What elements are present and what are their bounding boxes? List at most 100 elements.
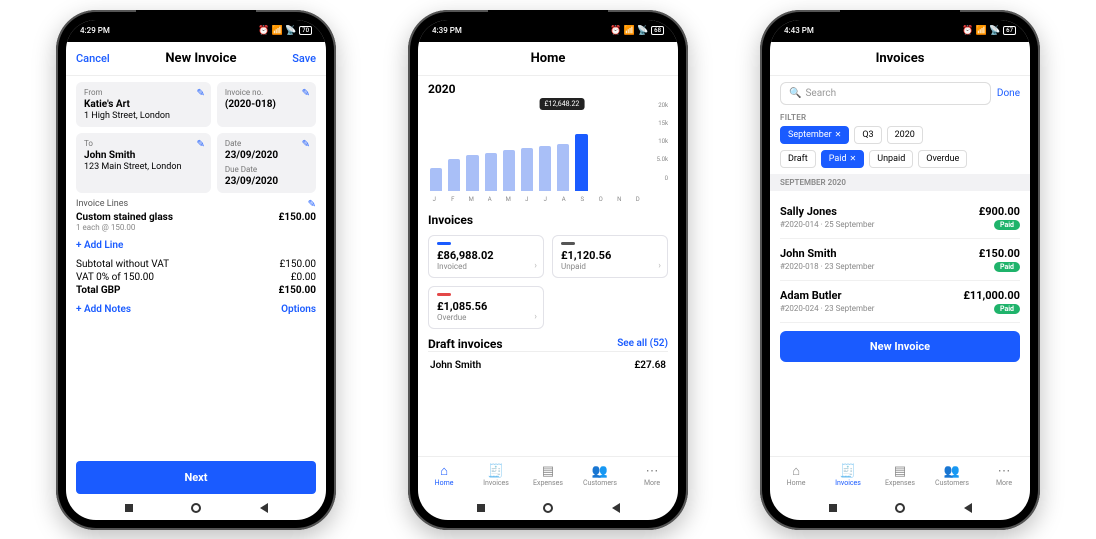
stat-unpaid[interactable]: £1,120.56 Unpaid › [552,235,668,278]
cancel-button[interactable]: Cancel [76,52,110,65]
more-icon: ⋯ [646,465,659,478]
back-icon[interactable] [964,503,972,513]
chevron-right-icon: › [534,312,537,322]
status-time: 4:39 PM [432,26,462,35]
options-button[interactable]: Options [281,304,316,315]
customers-icon: 👥 [944,465,960,478]
tab-invoices[interactable]: 🧾Invoices [470,457,522,496]
status-badge: Paid [994,220,1020,230]
done-button[interactable]: Done [997,88,1020,99]
chip-q3[interactable]: Q3 [854,126,881,144]
invoice-item[interactable]: Adam Butler£11,000.00#2020-024 · 23 Sept… [780,281,1020,323]
dash-icon [561,242,575,245]
filter-chips: September✕ Q3 2020 [780,126,1020,144]
see-all-link[interactable]: See all (52) [617,338,668,349]
expense-icon: ▤ [542,465,554,478]
navbar: Cancel New Invoice Save [66,42,326,76]
edit-icon[interactable]: ✎ [302,88,310,99]
tab-home[interactable]: ⌂Home [418,457,470,496]
android-nav [770,496,1030,520]
chip-draft[interactable]: Draft [780,150,816,168]
status-time: 4:29 PM [80,26,110,35]
invoice-icon: 🧾 [840,465,856,478]
stat-invoiced[interactable]: £86,988.02 Invoiced › [428,235,544,278]
chart-bar[interactable] [448,159,460,190]
invoice-lines-label: Invoice Lines ✎ [76,199,316,210]
chip-september[interactable]: September✕ [780,126,849,144]
phone-invoice-list: 4:43 PM ⏰ 📶 📡 67 Invoices 🔍 Search Done … [760,10,1040,530]
phone-home: 4:39 PM ⏰ 📶 📡 68 Home 2020 £12,648.22 20… [408,10,688,530]
from-card[interactable]: ✎ From Katie's Art 1 High Street, London [76,82,211,127]
chevron-right-icon: › [534,261,537,271]
chip-2020[interactable]: 2020 [887,126,923,144]
to-card[interactable]: ✎ To John Smith 123 Main Street, London [76,133,211,193]
revenue-chart[interactable]: £12,648.22 20k15k10k5.0k0 [428,102,668,192]
group-header: SEPTEMBER 2020 [770,174,1030,191]
recents-icon[interactable] [125,504,133,512]
edit-icon[interactable]: ✎ [308,199,316,210]
chart-bar[interactable] [557,144,569,191]
tab-more[interactable]: ⋯More [978,457,1030,496]
chip-overdue[interactable]: Overdue [918,150,967,168]
home-icon[interactable] [191,503,201,513]
recents-icon[interactable] [477,504,485,512]
tab-invoices[interactable]: 🧾Invoices [822,457,874,496]
stat-overdue[interactable]: £1,085.56 Overdue › [428,286,544,329]
tab-customers[interactable]: 👥Customers [574,457,626,496]
edit-icon[interactable]: ✎ [196,139,204,150]
home-icon[interactable] [895,503,905,513]
draft-invoice-item[interactable]: John Smith £27.68 [428,351,668,379]
invoice-item[interactable]: Sally Jones£900.00#2020-014 · 25 Septemb… [780,197,1020,239]
back-icon[interactable] [260,503,268,513]
filter-label: FILTER [780,113,1020,122]
chip-unpaid[interactable]: Unpaid [869,150,913,168]
status-icons: ⏰ 📶 📡 68 [610,26,664,36]
status-icons: ⏰ 📶 📡 67 [962,26,1016,36]
new-invoice-button[interactable]: New Invoice [780,331,1020,362]
notch [840,10,960,28]
back-icon[interactable] [612,503,620,513]
edit-icon[interactable]: ✎ [196,88,204,99]
tab-customers[interactable]: 👥Customers [926,457,978,496]
search-icon: 🔍 [789,88,801,99]
chip-paid[interactable]: Paid✕ [821,150,865,168]
chart-bar[interactable] [575,134,587,190]
save-button[interactable]: Save [292,52,316,65]
date-card[interactable]: ✎ Date 23/09/2020 Due Date 23/09/2020 [217,133,316,193]
close-icon[interactable]: ✕ [850,154,857,163]
tab-home[interactable]: ⌂Home [770,457,822,496]
navbar: Invoices [770,42,1030,76]
chevron-right-icon: › [658,261,661,271]
invoice-item[interactable]: John Smith£150.00#2020-018 · 23 Septembe… [780,239,1020,281]
invoice-no-card[interactable]: ✎ Invoice no. (2020-018) [217,82,316,127]
add-line-button[interactable]: + Add Line [76,240,316,251]
chart-bar[interactable] [521,148,533,190]
chart-bar[interactable] [430,168,442,190]
close-icon[interactable]: ✕ [835,130,842,139]
next-button[interactable]: Next [76,461,316,494]
chart-tooltip: £12,648.22 [539,98,584,110]
status-badge: Paid [994,262,1020,272]
search-input[interactable]: 🔍 Search [780,82,991,105]
home-icon: ⌂ [792,465,800,478]
chart-bar[interactable] [485,153,497,191]
recents-icon[interactable] [829,504,837,512]
year-label: 2020 [428,82,668,96]
invoice-line[interactable]: Custom stained glass 1 each @ 150.00 £15… [76,212,316,232]
chart-bar[interactable] [503,150,515,190]
invoices-heading: Invoices [428,213,668,227]
add-notes-button[interactable]: + Add Notes [76,304,131,315]
customers-icon: 👥 [592,465,608,478]
chart-bar[interactable] [539,146,551,191]
edit-icon[interactable]: ✎ [302,139,310,150]
dash-icon [437,293,451,296]
status-icons: ⏰ 📶 📡 70 [258,26,312,36]
tab-bar: ⌂Home 🧾Invoices ▤Expenses 👥Customers ⋯Mo… [418,456,678,496]
phone-new-invoice: 4:29 PM ⏰ 📶 📡 70 Cancel New Invoice Save… [56,10,336,530]
home-icon[interactable] [543,503,553,513]
page-title: Home [531,51,566,66]
chart-bar[interactable] [466,155,478,191]
tab-expenses[interactable]: ▤Expenses [874,457,926,496]
tab-expenses[interactable]: ▤Expenses [522,457,574,496]
tab-more[interactable]: ⋯More [626,457,678,496]
